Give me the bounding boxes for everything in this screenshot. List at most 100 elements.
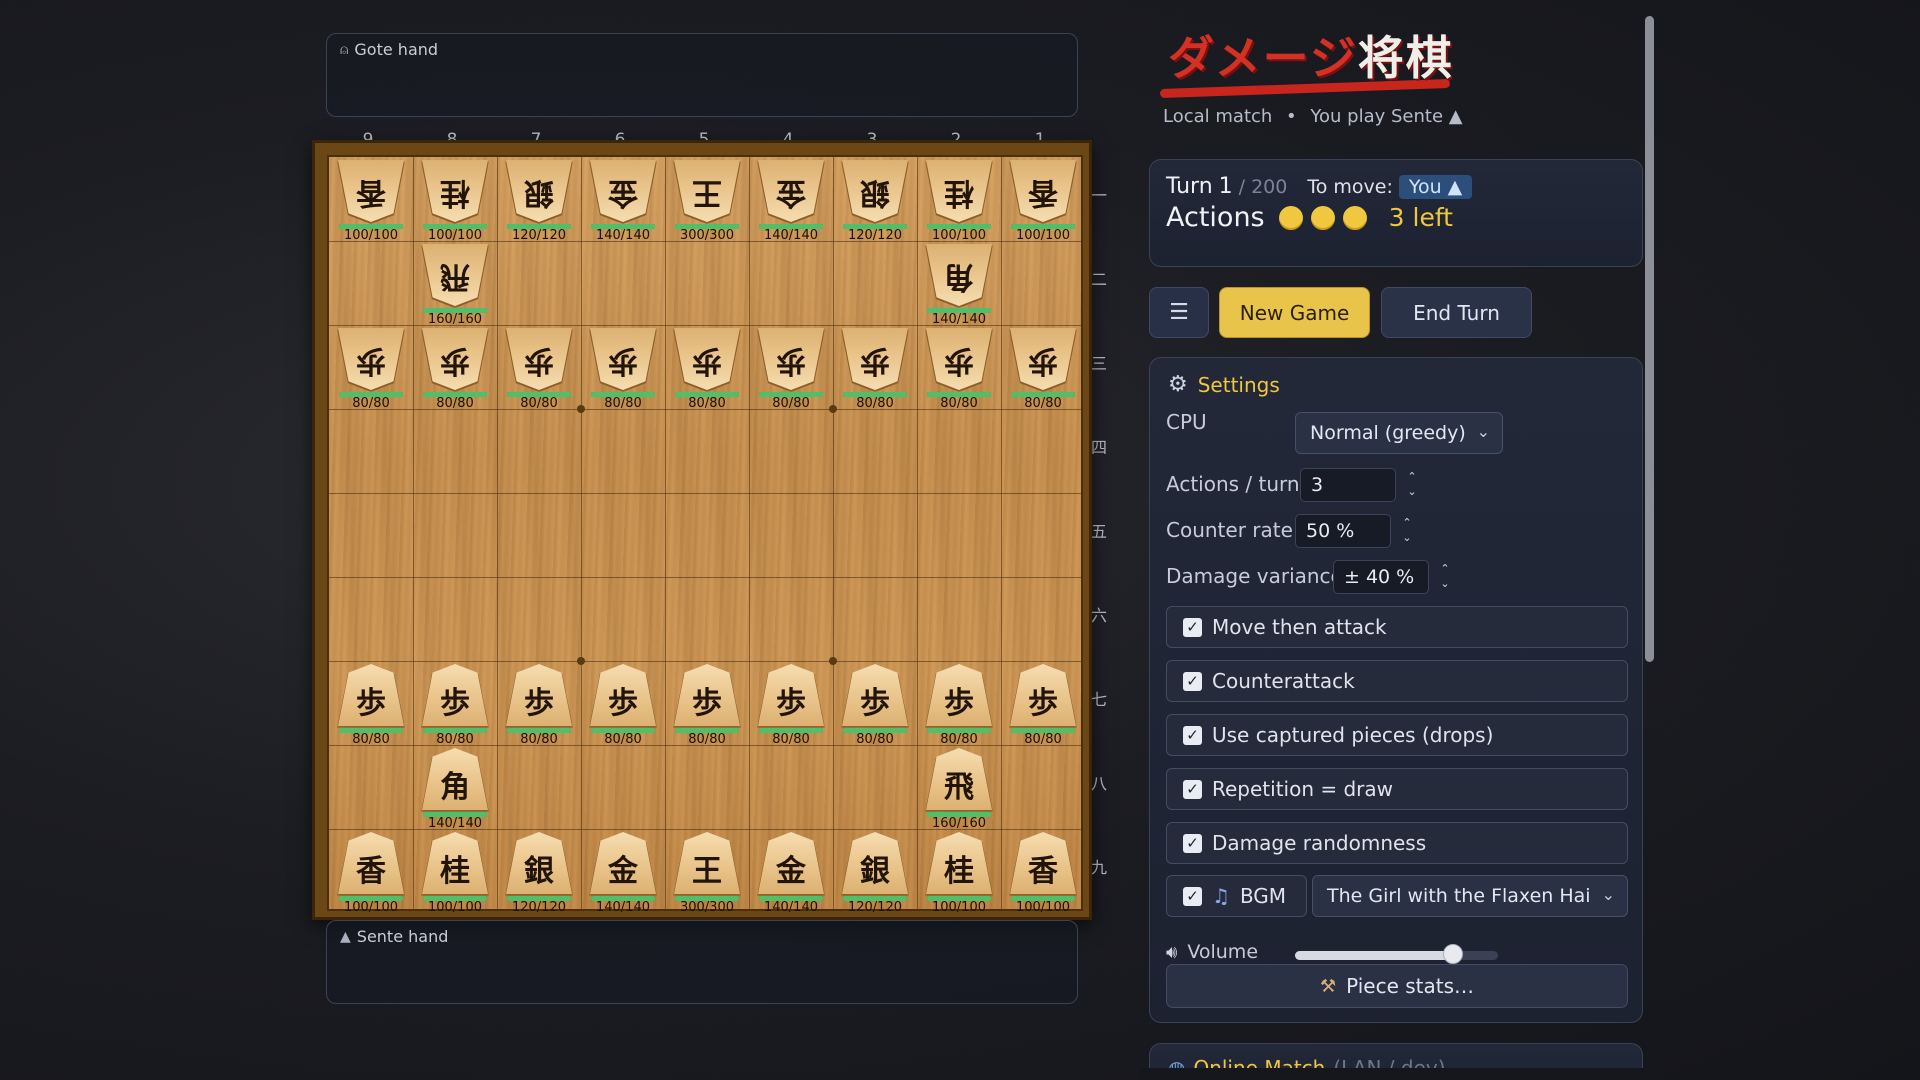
sente-piece[interactable]: 銀 120/120 xyxy=(833,829,917,915)
checkbox[interactable]: ✓ xyxy=(1183,725,1202,745)
gote-piece[interactable]: 飛 160/160 xyxy=(413,241,497,327)
gote-piece[interactable]: 王 300/300 xyxy=(665,157,749,243)
sente-piece[interactable]: 香 100/100 xyxy=(329,829,413,915)
chevron-down-icon[interactable]: ⌄ xyxy=(1438,576,1452,591)
action-point-icon xyxy=(1342,205,1367,230)
sente-piece[interactable]: 歩 80/80 xyxy=(665,661,749,747)
sente-piece[interactable]: 歩 80/80 xyxy=(329,661,413,747)
bgm-toggle[interactable]: ✓ ♫ BGM xyxy=(1166,875,1307,917)
grid-line xyxy=(497,157,498,909)
sente-hand-area[interactable]: ▲ Sente hand xyxy=(326,920,1078,1004)
sente-piece[interactable]: 歩 80/80 xyxy=(413,661,497,747)
gote-piece[interactable]: 金 140/140 xyxy=(581,157,665,243)
grid-line xyxy=(1001,157,1002,909)
sente-piece[interactable]: 歩 80/80 xyxy=(917,661,1001,747)
grid-line xyxy=(329,493,1081,494)
piece-kanji: 歩 xyxy=(926,664,992,726)
chevron-up-icon[interactable]: ⌃ xyxy=(1438,561,1452,576)
chevron-down-icon: ⌄ xyxy=(1601,885,1615,904)
match-subtitle: Local match • You play Sente ▲ xyxy=(1163,106,1463,127)
damage-variance-input[interactable]: ± 40 % xyxy=(1333,560,1429,594)
grid-line xyxy=(749,157,750,909)
gote-piece[interactable]: 歩 80/80 xyxy=(749,325,833,411)
bgm-checkbox[interactable]: ✓ xyxy=(1183,886,1202,906)
setting-checkbox-row[interactable]: ✓ Damage randomness xyxy=(1166,822,1628,864)
gote-piece[interactable]: 歩 80/80 xyxy=(497,325,581,411)
sente-piece[interactable]: 王 300/300 xyxy=(665,829,749,915)
menu-button[interactable]: ☰ xyxy=(1149,287,1209,338)
subtitle-separator: • xyxy=(1286,106,1297,127)
setting-checkbox-row[interactable]: ✓ Repetition = draw xyxy=(1166,768,1628,810)
checkbox[interactable]: ✓ xyxy=(1183,671,1202,691)
hp-text: 80/80 xyxy=(688,732,726,747)
end-turn-button[interactable]: End Turn xyxy=(1381,287,1532,338)
gote-piece[interactable]: 歩 80/80 xyxy=(665,325,749,411)
gote-piece[interactable]: 香 100/100 xyxy=(329,157,413,243)
gote-piece[interactable]: 歩 80/80 xyxy=(917,325,1001,411)
damage-variance-stepper[interactable]: ⌃ ⌄ xyxy=(1438,561,1452,593)
counter-rate-label: Counter rate xyxy=(1166,518,1293,542)
gote-piece[interactable]: 歩 80/80 xyxy=(581,325,665,411)
actions-per-turn-input[interactable]: 3 xyxy=(1300,468,1396,502)
gote-piece[interactable]: 桂 100/100 xyxy=(917,157,1001,243)
panel-scrollbar[interactable] xyxy=(1645,16,1654,662)
gote-piece[interactable]: 桂 100/100 xyxy=(413,157,497,243)
checkbox-label: Move then attack xyxy=(1212,615,1387,639)
sente-piece[interactable]: 角 140/140 xyxy=(413,745,497,831)
sente-piece[interactable]: 金 140/140 xyxy=(581,829,665,915)
checkbox[interactable]: ✓ xyxy=(1183,833,1202,853)
actions-per-turn-stepper[interactable]: ⌃ ⌄ xyxy=(1405,469,1419,501)
sente-piece[interactable]: 金 140/140 xyxy=(749,829,833,915)
hp-text: 140/140 xyxy=(763,900,818,915)
gote-hand-label: Gote hand xyxy=(354,40,439,59)
sente-piece[interactable]: 歩 80/80 xyxy=(833,661,917,747)
setting-checkbox-row[interactable]: ✓ Use captured pieces (drops) xyxy=(1166,714,1628,756)
sente-piece[interactable]: 歩 80/80 xyxy=(1001,661,1085,747)
setting-checkbox-row[interactable]: ✓ Counterattack xyxy=(1166,660,1628,702)
settings-header[interactable]: ⚙ Settings xyxy=(1168,372,1280,397)
cpu-select[interactable]: Normal (greedy) ⌄ xyxy=(1295,412,1503,454)
volume-slider[interactable] xyxy=(1295,951,1498,960)
sente-piece[interactable]: 歩 80/80 xyxy=(581,661,665,747)
checkbox[interactable]: ✓ xyxy=(1183,617,1202,637)
gote-piece[interactable]: 歩 80/80 xyxy=(329,325,413,411)
shogi-board[interactable]: 香 100/100 桂 100/100 銀 120/120 金 140/140 王 300/300… xyxy=(327,155,1085,915)
piece-kanji: 歩 xyxy=(506,664,572,726)
checkbox-label: Repetition = draw xyxy=(1212,777,1394,801)
gote-piece[interactable]: 歩 80/80 xyxy=(413,325,497,411)
sente-piece[interactable]: 飛 160/160 xyxy=(917,745,1001,831)
hp-text: 80/80 xyxy=(1024,732,1062,747)
logo-text-shogi: 将棋 xyxy=(1357,31,1454,85)
piece-kanji: 香 xyxy=(338,832,404,894)
counter-rate-input[interactable]: 50 % xyxy=(1295,514,1391,548)
sente-piece[interactable]: 桂 100/100 xyxy=(413,829,497,915)
volume-label: Volume xyxy=(1187,941,1259,963)
bgm-track-select[interactable]: The Girl with the Flaxen Hai ⌄ xyxy=(1312,875,1628,917)
gote-piece[interactable]: 銀 120/120 xyxy=(497,157,581,243)
sente-piece[interactable]: 香 100/100 xyxy=(1001,829,1085,915)
volume-slider-thumb[interactable] xyxy=(1443,944,1464,964)
sente-piece[interactable]: 歩 80/80 xyxy=(749,661,833,747)
piece-stats-button[interactable]: ⚒ Piece stats… xyxy=(1166,964,1628,1008)
chevron-up-icon[interactable]: ⌃ xyxy=(1400,515,1414,530)
gote-piece[interactable]: 銀 120/120 xyxy=(833,157,917,243)
setting-checkbox-row[interactable]: ✓ Move then attack xyxy=(1166,606,1628,648)
sente-piece[interactable]: 銀 120/120 xyxy=(497,829,581,915)
chevron-down-icon[interactable]: ⌄ xyxy=(1400,530,1414,545)
checkbox[interactable]: ✓ xyxy=(1183,779,1202,799)
gote-piece[interactable]: 歩 80/80 xyxy=(1001,325,1085,411)
viewport-bottom-edge xyxy=(1140,1068,1660,1080)
sente-piece[interactable]: 歩 80/80 xyxy=(497,661,581,747)
sente-piece[interactable]: 桂 100/100 xyxy=(917,829,1001,915)
new-game-button[interactable]: New Game xyxy=(1219,287,1370,338)
counter-rate-stepper[interactable]: ⌃ ⌄ xyxy=(1400,515,1414,547)
gote-piece[interactable]: 角 140/140 xyxy=(917,241,1001,327)
checkbox-label: Counterattack xyxy=(1212,669,1355,693)
gote-hand-area[interactable]: ⍝ Gote hand xyxy=(326,33,1078,117)
gote-piece[interactable]: 香 100/100 xyxy=(1001,157,1085,243)
gote-piece[interactable]: 歩 80/80 xyxy=(833,325,917,411)
gote-piece[interactable]: 金 140/140 xyxy=(749,157,833,243)
chevron-down-icon[interactable]: ⌄ xyxy=(1405,484,1419,499)
piece-kanji: 金 xyxy=(758,832,824,894)
chevron-up-icon[interactable]: ⌃ xyxy=(1405,469,1419,484)
